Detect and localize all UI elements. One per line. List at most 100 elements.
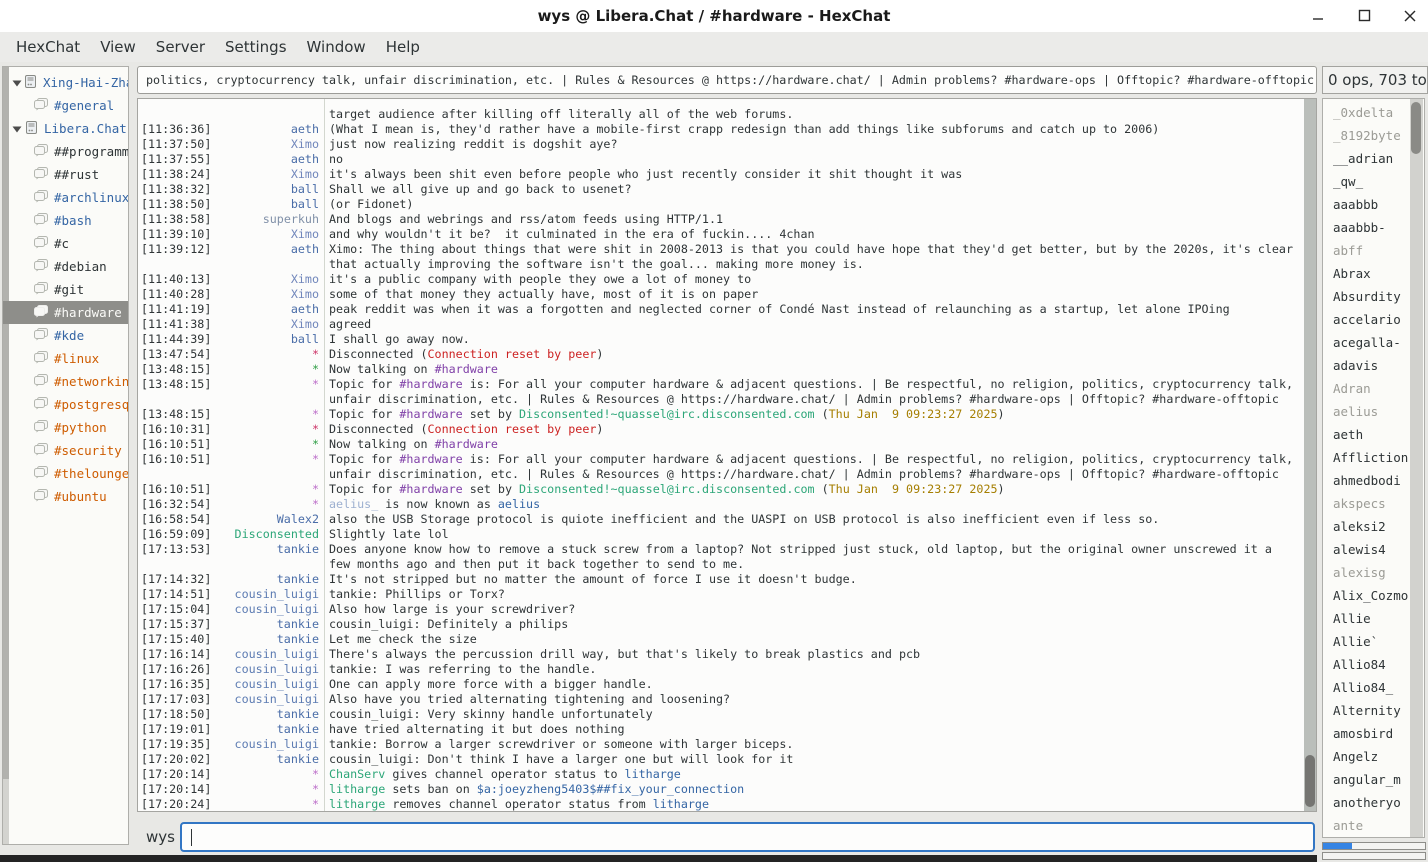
tree-item-#security[interactable]: #security [3, 439, 128, 462]
userlist-scrollbar[interactable] [1410, 99, 1423, 837]
userlist-item[interactable]: ante [1323, 814, 1424, 837]
userlist-item[interactable]: Adran [1323, 377, 1424, 400]
userlist-item[interactable]: amosbird [1323, 722, 1424, 745]
menu-item-hexchat[interactable]: HexChat [6, 32, 90, 62]
userlist-item[interactable]: anotheryo [1323, 791, 1424, 814]
menu-item-view[interactable]: View [90, 32, 146, 62]
menu-item-server[interactable]: Server [146, 32, 215, 62]
userlist-item[interactable]: aeth [1323, 423, 1424, 446]
chat-line: [11:37:55]aethno [138, 152, 1298, 167]
userlist-item[interactable]: _qw_ [1323, 170, 1424, 193]
chat-scrollbar-thumb[interactable] [1305, 755, 1315, 807]
userlist-item[interactable]: abff [1323, 239, 1424, 262]
userlist-item[interactable]: _8192byte [1323, 124, 1424, 147]
chat-message: Also have you tried alternating tighteni… [329, 692, 1298, 707]
chat-nick: Ximo [211, 272, 319, 287]
chat-message: I shall go away now. [329, 332, 1298, 347]
chat-timestamp: [16:10:31] [138, 422, 211, 437]
chat-nick: cousin_luigi [211, 737, 319, 752]
userlist-scrollbar-thumb[interactable] [1411, 102, 1421, 154]
tree-item-#python[interactable]: #python [3, 416, 128, 439]
userlist-item[interactable]: Allio84_ [1323, 676, 1424, 699]
userlist-item[interactable]: alewis4 [1323, 538, 1424, 561]
chat-nick: Disconsented [211, 527, 319, 542]
tree-item-#thelounge[interactable]: #thelounge [3, 462, 128, 485]
tree-item-#kde[interactable]: #kde [3, 324, 128, 347]
tree-item-#archlinux[interactable]: #archlinux [3, 186, 128, 209]
userlist-item[interactable]: angular_m [1323, 768, 1424, 791]
tree-item-#git[interactable]: #git [3, 278, 128, 301]
userlist-item[interactable]: acegalla- [1323, 331, 1424, 354]
chat-line: [17:16:35]cousin_luigiOne can apply more… [138, 677, 1298, 692]
chat-message: ChanServ gives channel operator status t… [329, 767, 1298, 782]
chat-message: litharge removes channel operator status… [329, 797, 1298, 812]
userlist-item[interactable]: Abrax [1323, 262, 1424, 285]
userlist-item[interactable]: aleksi2 [1323, 515, 1424, 538]
message-input[interactable] [188, 826, 1302, 850]
userlist-item[interactable]: Angelz [1323, 745, 1424, 768]
tree-item-#c[interactable]: #c [3, 232, 128, 255]
chat-nick: Ximo [211, 137, 319, 152]
userlist-item[interactable]: ahmedbodi [1323, 469, 1424, 492]
chat-nick: * [211, 407, 319, 422]
userlist-item[interactable]: Alix_Cozmo [1323, 584, 1424, 607]
server-tree-panel: Xing-Hai-Zhan#generalLibera.Chat##progra… [2, 66, 129, 845]
tree-item-Xing-Hai-Zhan[interactable]: Xing-Hai-Zhan [3, 71, 128, 94]
tree-item-#hardware[interactable]: #hardware [3, 301, 128, 324]
tree-item-#postgresql[interactable]: #postgresql [3, 393, 128, 416]
maximize-icon[interactable] [1356, 8, 1372, 24]
userlist-item[interactable]: Allie [1323, 607, 1424, 630]
expander-icon[interactable] [11, 123, 24, 135]
userlist-item[interactable]: akspecs [1323, 492, 1424, 515]
chat-timestamp: [17:20:24] [138, 797, 211, 812]
userlist-item[interactable]: aaabbb- [1323, 216, 1424, 239]
chat-line: [13:48:15]*Now talking on #hardware [138, 362, 1298, 377]
expander-icon[interactable] [11, 77, 23, 89]
chat-nick: tankie [211, 572, 319, 587]
channel-icon [33, 235, 49, 252]
tree-item-##rust[interactable]: ##rust [3, 163, 128, 186]
chat-nick: * [211, 767, 319, 782]
topic-bar[interactable]: politics, cryptocurrency talk, unfair di… [137, 66, 1317, 94]
tree-item-#debian[interactable]: #debian [3, 255, 128, 278]
tree-item-Libera.Chat[interactable]: Libera.Chat [3, 117, 128, 140]
userlist-item[interactable]: Affliction [1323, 446, 1424, 469]
chat-timestamp: [17:15:04] [138, 602, 211, 617]
userlist-item[interactable]: accelario [1323, 308, 1424, 331]
tree-item-#linux[interactable]: #linux [3, 347, 128, 370]
userlist-item[interactable]: __adrian [1323, 147, 1424, 170]
userlist-item[interactable]: Alternity [1323, 699, 1424, 722]
chat-message: Does anyone know how to remove a stuck s… [329, 542, 1298, 557]
menu-item-window[interactable]: Window [297, 32, 376, 62]
userlist-item[interactable]: aelius [1323, 400, 1424, 423]
chat-scrollbar[interactable] [1304, 99, 1317, 811]
tree-item-#ubuntu[interactable]: #ubuntu [3, 485, 128, 508]
userlist-item[interactable]: adavis [1323, 354, 1424, 377]
userlist-item[interactable]: Allio84 [1323, 653, 1424, 676]
menu-item-settings[interactable]: Settings [215, 32, 297, 62]
chat-timestamp: [17:19:35] [138, 737, 211, 752]
chat-timestamp: [17:18:50] [138, 707, 211, 722]
chat-timestamp: [11:37:55] [138, 152, 211, 167]
menu-item-help[interactable]: Help [376, 32, 430, 62]
chat-timestamp: [11:44:39] [138, 332, 211, 347]
userlist-item[interactable]: aaabbb [1323, 193, 1424, 216]
message-input-box[interactable] [180, 822, 1315, 852]
userlist-item[interactable]: alexisg [1323, 561, 1424, 584]
tree-item-#bash[interactable]: #bash [3, 209, 128, 232]
tree-item-##programming[interactable]: ##programming [3, 140, 128, 163]
chat-timestamp: [17:16:26] [138, 662, 211, 677]
channel-icon [33, 327, 49, 344]
userlist-item[interactable]: Allie` [1323, 630, 1424, 653]
tree-item-#general[interactable]: #general [3, 94, 128, 117]
userlist-item[interactable]: Absurdity [1323, 285, 1424, 308]
minimize-icon[interactable] [1310, 8, 1326, 24]
chat-timestamp: [13:48:15] [138, 362, 211, 377]
chat-timestamp: [13:48:15] [138, 377, 211, 392]
chat-line: [11:39:10]Ximoand why wouldn't it be? it… [138, 227, 1298, 242]
close-icon[interactable] [1402, 8, 1418, 24]
chat-timestamp: [11:38:32] [138, 182, 211, 197]
tree-item-#networking[interactable]: #networking [3, 370, 128, 393]
tree-item-label: #linux [54, 351, 99, 366]
userlist-item[interactable]: _0xdelta [1323, 101, 1424, 124]
